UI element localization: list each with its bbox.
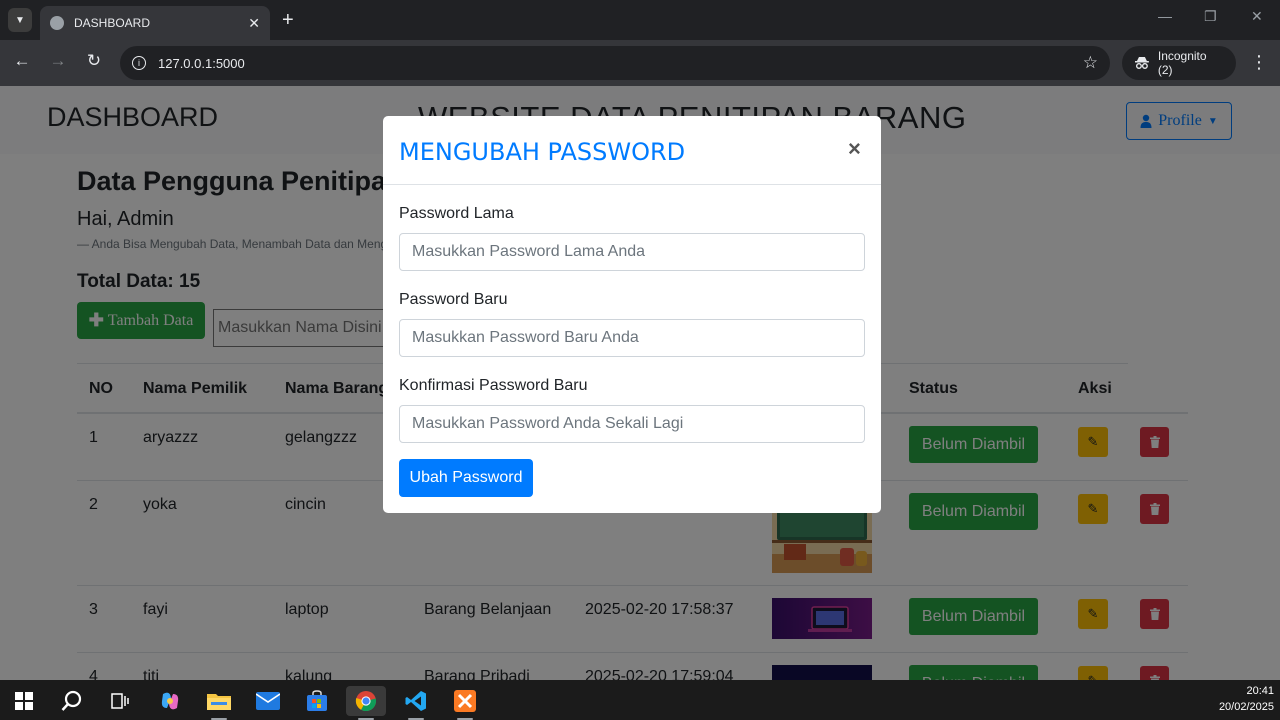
file-explorer-icon[interactable] — [199, 686, 239, 716]
copilot-icon[interactable] — [150, 686, 190, 716]
system-clock[interactable]: 20:41 20/02/2025 — [1200, 683, 1274, 715]
new-password-label: Password Baru — [399, 291, 508, 308]
windows-start-icon[interactable] — [4, 686, 44, 716]
mail-icon[interactable] — [248, 686, 288, 716]
clock-date: 20/02/2025 — [1218, 701, 1274, 713]
browser-tab[interactable]: DASHBOARD ✕ — [40, 6, 270, 40]
windows-taskbar: 20:41 20/02/2025 — [0, 680, 1280, 720]
search-icon[interactable] — [52, 686, 92, 716]
store-icon[interactable] — [297, 686, 337, 716]
browser-tab-bar: ▼ DASHBOARD ✕ + — ❐ ✕ — [0, 0, 1280, 40]
bookmark-star-icon[interactable]: ☆ — [1083, 53, 1098, 73]
tab-title: DASHBOARD — [74, 16, 151, 30]
change-password-modal: MENGUBAH PASSWORD × Password Lama Passwo… — [383, 116, 881, 513]
new-tab-icon[interactable]: + — [282, 8, 294, 32]
incognito-label: Incognito (2) — [1157, 49, 1207, 77]
incognito-icon — [1134, 57, 1149, 69]
confirm-password-label: Konfirmasi Password Baru — [399, 377, 588, 394]
clock-time: 20:41 — [1246, 685, 1274, 697]
vscode-icon[interactable] — [396, 686, 436, 716]
incognito-button[interactable]: Incognito (2) — [1122, 46, 1236, 80]
window-close-icon[interactable]: ✕ — [1251, 8, 1263, 25]
site-info-icon[interactable]: i — [132, 56, 146, 70]
old-password-field[interactable] — [399, 233, 865, 271]
reload-icon[interactable]: ↻ — [82, 51, 106, 71]
confirm-password-field[interactable] — [399, 405, 865, 443]
chrome-icon[interactable] — [346, 686, 386, 716]
old-password-label: Password Lama — [399, 205, 514, 222]
globe-icon — [50, 16, 64, 30]
change-password-button[interactable]: Ubah Password — [399, 459, 533, 497]
restore-icon[interactable]: ❐ — [1204, 8, 1217, 25]
task-view-icon[interactable] — [100, 686, 140, 716]
browser-toolbar: ← → ↻ i 127.0.0.1:5000 ☆ Incognito (2) ⋮ — [0, 40, 1280, 86]
page-viewport: DASHBOARD WEBSITE DATA PENITIPAN BARANG … — [0, 86, 1280, 680]
address-bar[interactable]: i 127.0.0.1:5000 ☆ — [120, 46, 1110, 80]
new-password-field[interactable] — [399, 319, 865, 357]
minimize-icon[interactable]: — — [1158, 8, 1172, 24]
back-icon[interactable]: ← — [10, 51, 34, 71]
tab-close-icon[interactable]: ✕ — [248, 15, 260, 32]
modal-title: MENGUBAH PASSWORD — [399, 138, 686, 166]
url-text: 127.0.0.1:5000 — [158, 55, 245, 71]
xampp-icon[interactable] — [445, 686, 485, 716]
forward-icon[interactable]: → — [46, 51, 70, 71]
tab-search-chevron-icon[interactable]: ▼ — [8, 8, 32, 32]
browser-menu-icon[interactable]: ⋮ — [1250, 52, 1268, 73]
close-icon[interactable]: × — [848, 136, 861, 162]
modal-header: MENGUBAH PASSWORD × — [383, 116, 881, 185]
